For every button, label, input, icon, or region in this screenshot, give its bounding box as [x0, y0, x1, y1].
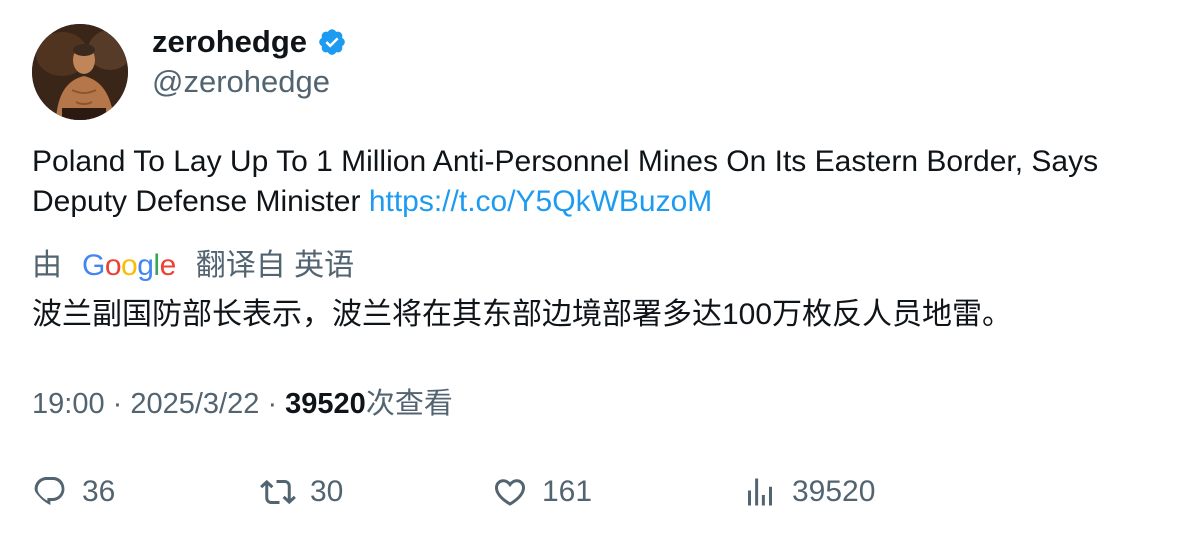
views-count: 39520	[285, 388, 366, 420]
avatar[interactable]	[32, 24, 128, 120]
views-button[interactable]: 39520	[742, 470, 875, 514]
author-handle[interactable]: @zerohedge	[152, 63, 330, 101]
retweet-button[interactable]: 30	[260, 470, 343, 514]
meta-separator: ·	[267, 388, 286, 420]
analytics-icon	[748, 478, 772, 506]
avatar-image	[32, 24, 128, 120]
views-label: 次查看	[365, 388, 453, 420]
tweet-text: Poland To Lay Up To 1 Million Anti-Perso…	[32, 142, 1162, 222]
display-name-text: zerohedge	[152, 24, 308, 59]
tweet-time[interactable]: 19:00	[32, 388, 105, 420]
reply-count: 36	[82, 475, 116, 508]
retweet-count: 30	[310, 475, 344, 508]
translation-suffix: 翻译自 英语	[195, 249, 355, 282]
reply-icon	[34, 477, 65, 506]
like-button[interactable]: 161	[492, 470, 592, 514]
translation-attribution[interactable]: 由 Google 翻译自 英语	[32, 246, 354, 286]
translation-prefix: 由	[32, 249, 62, 282]
translated-text: 波兰副国防部长表示，波兰将在其东部边境部署多达100万枚反人员地雷。	[32, 298, 1013, 331]
like-count: 161	[542, 475, 593, 508]
heart-icon	[494, 479, 526, 506]
views-action-count: 39520	[792, 475, 876, 508]
reply-button[interactable]: 36	[32, 470, 115, 514]
verified-badge-icon	[319, 29, 345, 55]
google-logo: Google	[82, 249, 176, 282]
meta-separator: ·	[112, 388, 131, 420]
retweet-icon	[260, 479, 296, 505]
author-name[interactable]: zerohedge	[152, 22, 347, 62]
tweet-date[interactable]: 2025/3/22	[130, 388, 259, 420]
tweet-meta: 19:00 · 2025/3/22 · 39520次查看	[32, 384, 453, 424]
tweet-link[interactable]: https://t.co/Y5QkWBuzoM	[369, 185, 712, 218]
